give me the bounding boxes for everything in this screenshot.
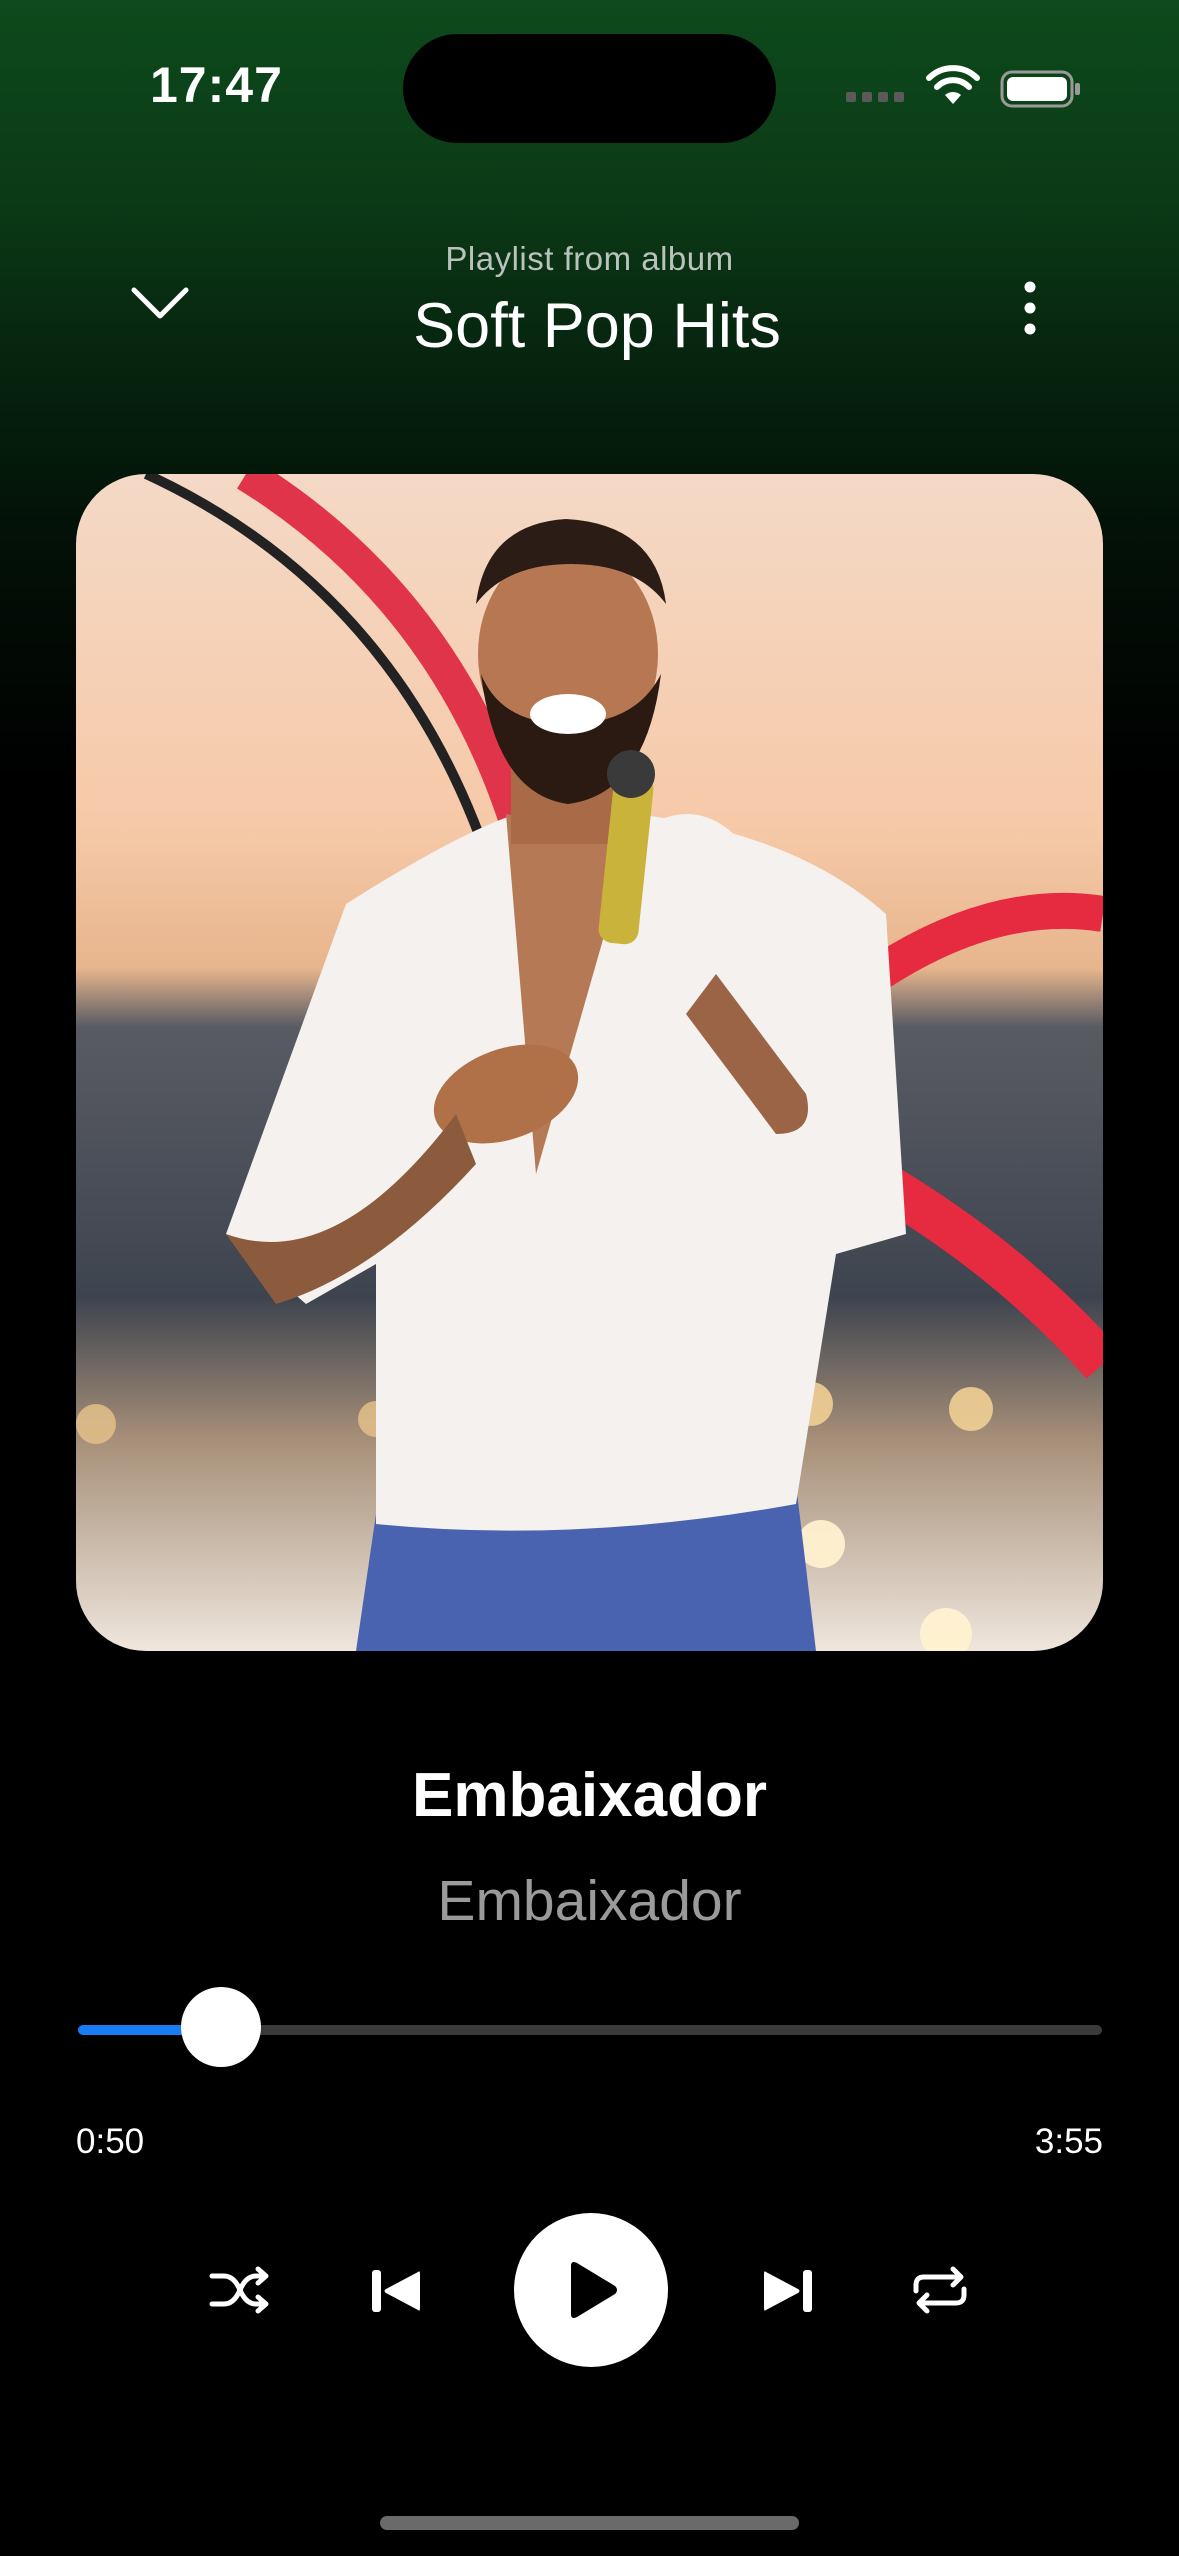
elapsed-time: 0:50 (76, 2122, 145, 2161)
total-time: 3:55 (1034, 2122, 1103, 2161)
progress-scrubber-handle[interactable] (181, 1987, 262, 2067)
play-button[interactable] (514, 2213, 668, 2367)
wifi-icon (926, 65, 980, 104)
more-options-button[interactable] (1000, 270, 1060, 346)
repeat-button[interactable] (904, 2260, 976, 2320)
more-vertical-icon (1024, 281, 1036, 335)
track-artist[interactable]: Embaixador (0, 1868, 1179, 1934)
previous-track-icon (372, 2270, 420, 2312)
home-indicator[interactable] (380, 2516, 799, 2530)
next-track-icon (764, 2270, 812, 2312)
album-artwork (76, 474, 1103, 1651)
battery-icon (1000, 70, 1080, 108)
shuffle-button[interactable] (200, 2260, 280, 2320)
now-playing-screen: 17:47 Playlist from album Soft Pop Hits (0, 0, 1179, 2556)
previous-track-button[interactable] (356, 2258, 436, 2324)
track-title: Embaixador (412, 1761, 767, 1830)
album-artwork-image (76, 474, 1103, 1651)
dynamic-island (403, 34, 776, 143)
next-track-button[interactable] (748, 2258, 828, 2324)
shuffle-icon (209, 2266, 269, 2314)
repeat-icon (913, 2266, 967, 2314)
cellular-signal-icon (846, 92, 906, 106)
play-icon (571, 2262, 617, 2318)
status-time: 17:47 (150, 57, 283, 113)
